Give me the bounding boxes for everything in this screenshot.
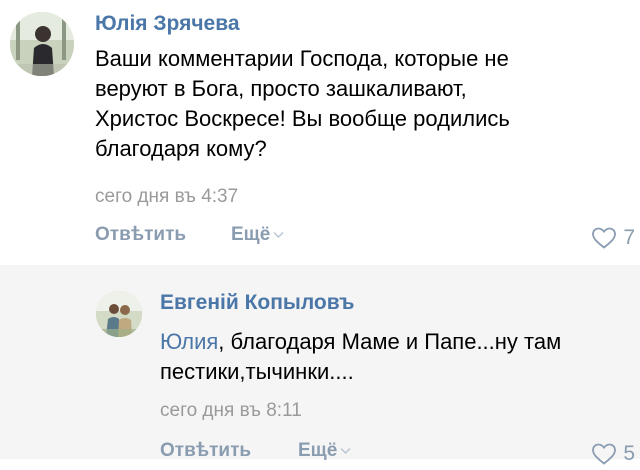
avatar-photo [10,12,74,76]
avatar[interactable] [96,291,142,337]
reply-button[interactable]: Отвѣтить [95,224,186,246]
comment-text-fragment: , благодаря Маме и Папе...ну там [218,329,562,354]
like-button[interactable]: 7 [591,224,635,252]
comment-text-line: Ваши комментарии Господа, которые не [95,46,509,71]
chevron-down-icon [273,231,284,238]
avatar[interactable] [10,12,74,76]
like-button[interactable]: 5 [591,440,635,468]
comment: Юлія Зрячева Ваши комментарии Господа, к… [0,0,640,265]
more-label: Ещё [231,224,271,245]
avatar-photo [96,291,142,337]
comment-text: Ваши комментарии Господа, которые не вер… [95,44,625,164]
comment-text-line: Христос Воскресе! Вы вообще родились [95,106,510,131]
comment-actions: Отвѣтить Ещё 5 [160,440,635,470]
comment-author[interactable]: Юлія Зрячева [95,12,240,36]
comment-actions: Отвѣтить Ещё 7 [95,224,635,254]
heart-icon [592,443,617,465]
mention-link[interactable]: Юлия [160,329,218,354]
comment-text-line: благодаря кому? [95,136,267,161]
more-label: Ещё [298,440,338,461]
like-count: 5 [623,442,635,465]
comment-author[interactable]: Евгеній Копыловъ [160,291,354,315]
more-button[interactable]: Ещё [231,224,284,246]
comment-text: Юлия, благодаря Маме и Папе...ну там пес… [160,327,630,387]
chevron-down-icon [340,447,351,454]
comment-date[interactable]: сего дня въ 8:11 [160,400,302,422]
comment-text-line: веруют в Бога, просто зашкаливают, [95,76,467,101]
like-count: 7 [623,226,635,249]
reply-comment: Евгеній Копыловъ Юлия, благодаря Маме и … [0,265,640,465]
comment-date[interactable]: сего дня въ 4:37 [95,186,238,208]
comment-text-line: Юлия, благодаря Маме и Папе...ну там [160,327,630,357]
comment-text-line: пестики,тычинки.... [160,359,354,384]
heart-icon [592,227,617,249]
